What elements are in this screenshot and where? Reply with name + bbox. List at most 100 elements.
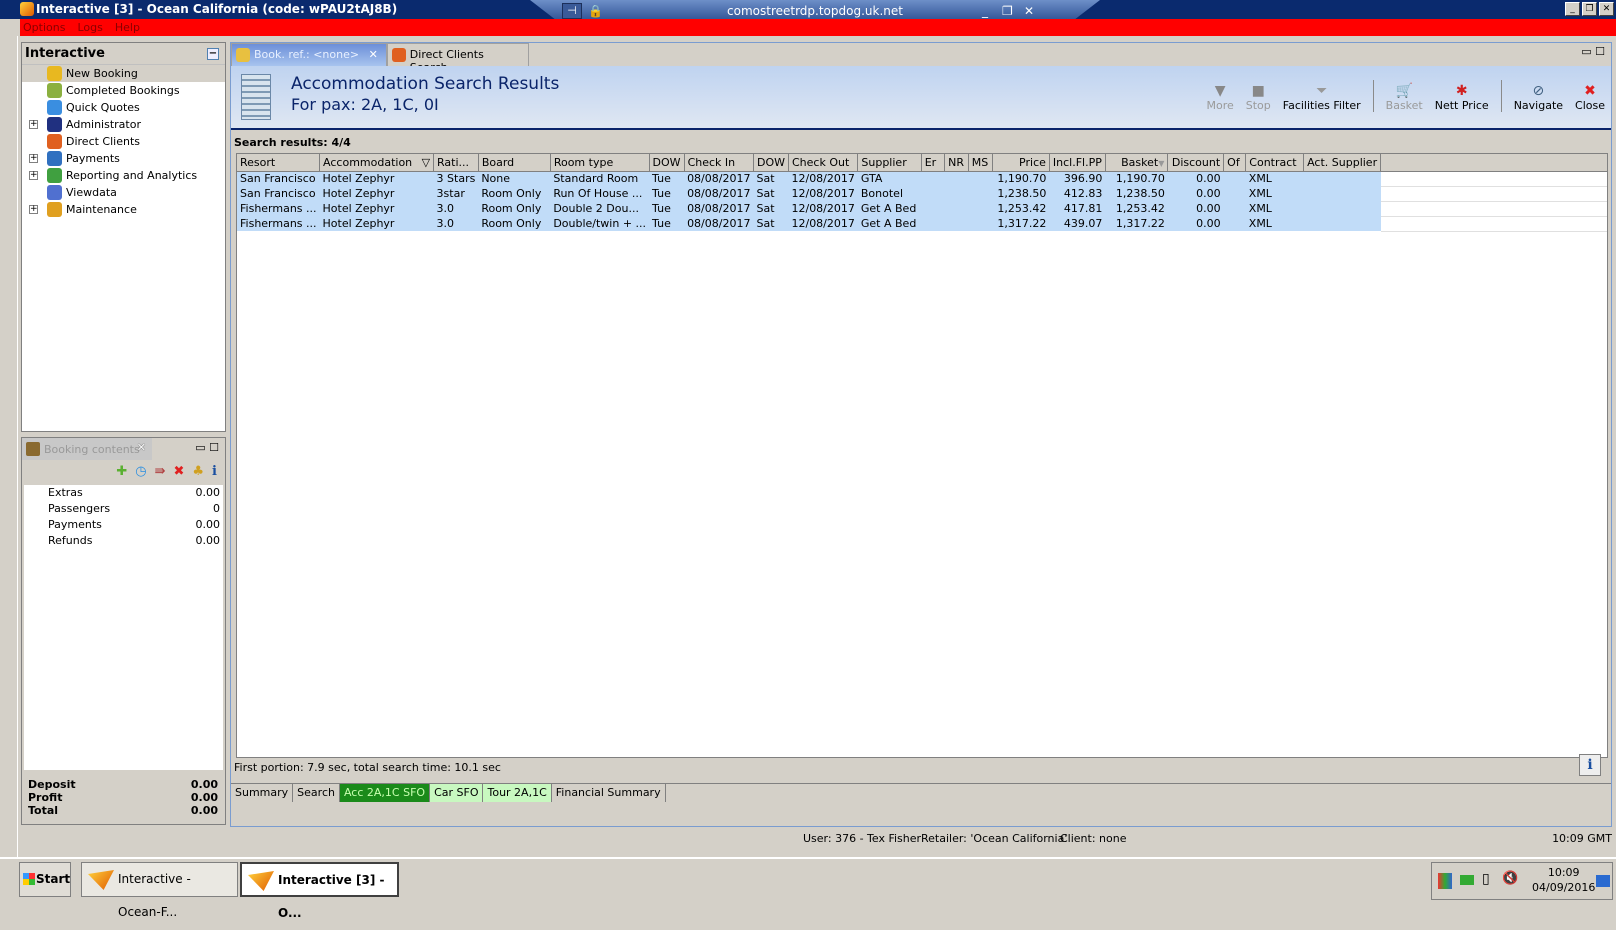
booking-row-value: 0.00 [195, 518, 221, 531]
panel-window-controls[interactable]: ▭ ☐ [195, 441, 219, 454]
tab-booking-ref[interactable]: Book. ref.: <none> ✕ [231, 43, 387, 66]
column-header[interactable]: Incl.Fl.PP [1049, 154, 1106, 172]
menu-options[interactable]: Options [23, 19, 65, 36]
bottom-tab-car-sfo[interactable]: Car SFO [430, 784, 484, 802]
close-tab-icon[interactable]: ✕ [137, 441, 146, 454]
column-header[interactable]: DOW [753, 154, 789, 172]
table-cell: 3star [433, 186, 479, 201]
navigate-button[interactable]: ⊘ Navigate [1514, 83, 1563, 112]
table-cell: Double/twin + ... [550, 216, 650, 231]
column-header[interactable]: Check Out [788, 154, 859, 172]
antivirus-icon[interactable] [1438, 873, 1452, 889]
basket-button[interactable]: 🛒 Basket [1386, 83, 1423, 112]
bottom-tab-financial-summary[interactable]: Financial Summary [552, 784, 666, 802]
nav-item-completed-bookings[interactable]: Completed Bookings [22, 82, 225, 99]
column-header[interactable]: MS [968, 154, 994, 172]
app-icon [88, 870, 114, 890]
bottom-tab-search[interactable]: Search [293, 784, 340, 802]
expand-icon[interactable]: + [29, 154, 38, 163]
nav-item-payments[interactable]: + Payments [22, 150, 225, 167]
more-button[interactable]: ▼ More [1206, 83, 1233, 112]
column-header[interactable]: Discount [1167, 154, 1225, 172]
nav-item-new-booking[interactable]: New Booking [22, 65, 225, 82]
nav-item-quick-quotes[interactable]: Quick Quotes [22, 99, 225, 116]
start-button[interactable]: Start [19, 862, 71, 897]
maximize-icon[interactable]: ❐ [1582, 2, 1597, 16]
nav-item-maintenance[interactable]: + Maintenance [22, 201, 225, 218]
column-header[interactable]: Accommodation ▽ [319, 154, 435, 172]
nav-item-administrator[interactable]: + Administrator [22, 116, 225, 133]
nav-item-reporting-and-analytics[interactable]: + Reporting and Analytics [22, 167, 225, 184]
network-card-icon[interactable] [1460, 875, 1474, 885]
table-filler [1380, 186, 1607, 202]
volume-muted-icon[interactable]: 🔇 [1502, 871, 1518, 886]
close-window-icon[interactable]: ✕ [1599, 2, 1614, 16]
table-cell: 1,238.50 [1105, 186, 1168, 201]
sort-icon[interactable]: ▼ [1158, 159, 1164, 168]
palm-tree-icon[interactable]: ♣ [192, 464, 204, 484]
column-header[interactable]: DOW [649, 154, 685, 172]
close-icon: ✖ [1584, 83, 1596, 99]
bottom-tab-acc-2a-1c-sfo[interactable]: Acc 2A,1C SFO [339, 784, 431, 802]
table-row[interactable]: Fishermans ... Hotel Zephyr 3.0 Room Only Do… [237, 216, 1607, 232]
clock-date: 04/09/2016 [1532, 881, 1596, 894]
nett-price-button[interactable]: ✱ Nett Price [1435, 83, 1489, 112]
bottom-tab-summary[interactable]: Summary [231, 784, 294, 802]
table-cell: Tue [649, 186, 685, 201]
table-row[interactable]: Fishermans ... Hotel Zephyr 3.0 Room Only Do… [237, 201, 1607, 217]
info-button[interactable]: i [1579, 754, 1601, 776]
total-value: 0.00 [190, 804, 218, 817]
menu-logs[interactable]: Logs [77, 19, 102, 36]
facilities-filter-button[interactable]: ⏷ Facilities Filter [1283, 83, 1361, 112]
table-cell: 0.00 [1167, 216, 1224, 231]
menu-help[interactable]: Help [115, 19, 140, 36]
minimize-icon[interactable]: _ [1565, 2, 1580, 16]
table-row[interactable]: San Francisco Hotel Zephyr 3star Room Only R… [237, 186, 1607, 202]
column-header[interactable]: Price [992, 154, 1050, 172]
taskbar-item[interactable]: Interactive - Ocean-F... [81, 862, 238, 919]
column-header[interactable]: Of [1223, 154, 1247, 172]
add-icon[interactable]: ✚ [116, 464, 127, 484]
column-header[interactable]: Er [921, 154, 946, 172]
nav-item-direct-clients[interactable]: Direct Clients [22, 133, 225, 150]
table-cell [921, 186, 945, 201]
clock-icon[interactable]: ◷ [135, 464, 146, 484]
info-icon[interactable]: i [212, 464, 217, 484]
table-cell: Get A Bed [857, 201, 922, 216]
table-cell [1303, 201, 1381, 216]
column-header[interactable]: Rati... [433, 154, 479, 172]
nav-item-viewdata[interactable]: Viewdata [22, 184, 225, 201]
column-header[interactable]: Act. Supplier [1303, 154, 1382, 172]
expand-icon[interactable]: + [29, 205, 38, 214]
collapse-icon[interactable]: − [207, 48, 219, 60]
taskbar-item-active[interactable]: Interactive [3] - O... [240, 862, 399, 920]
column-header[interactable]: Basket▼ [1105, 154, 1169, 172]
column-header[interactable]: Board [478, 154, 551, 172]
booking-row: Payments 0.00 [24, 517, 223, 533]
network-icon[interactable]: ▯ [1482, 871, 1490, 887]
table-cell [1223, 186, 1246, 201]
show-desktop-icon[interactable] [1596, 875, 1610, 887]
table-row[interactable]: San Francisco Hotel Zephyr 3 Stars None Stan… [237, 171, 1607, 187]
close-tab-icon[interactable]: ✕ [369, 48, 378, 61]
bottom-tab-tour-2a-1c[interactable]: Tour 2A,1C [483, 784, 552, 802]
column-header[interactable]: Contract [1245, 154, 1305, 172]
delete-icon[interactable]: ✖ [173, 464, 184, 484]
basket-transfer-icon[interactable]: ⇛ [155, 464, 166, 484]
column-header[interactable]: Resort [237, 154, 321, 172]
booking-contents-tab[interactable]: Booking contents ✕ [22, 438, 152, 460]
column-header[interactable]: NR [944, 154, 969, 172]
pin-icon[interactable]: ⊣ [562, 3, 582, 19]
column-header[interactable]: Check In [684, 154, 754, 172]
expand-icon[interactable]: + [29, 120, 38, 129]
filter-icon[interactable]: ▽ [422, 156, 430, 169]
tab-direct-clients-search[interactable]: Direct Clients Search [386, 43, 529, 74]
stop-button[interactable]: ■ Stop [1246, 83, 1271, 112]
column-header[interactable]: Supplier [857, 154, 922, 172]
column-header[interactable]: Room type [550, 154, 650, 172]
expand-icon[interactable]: + [29, 171, 38, 180]
main-window-controls[interactable]: ▭ ☐ [1581, 45, 1605, 58]
close-button[interactable]: ✖ Close [1575, 83, 1605, 112]
clock[interactable]: 10:09 04/09/2016 [1532, 865, 1595, 895]
left-scrollbar[interactable] [0, 36, 18, 857]
